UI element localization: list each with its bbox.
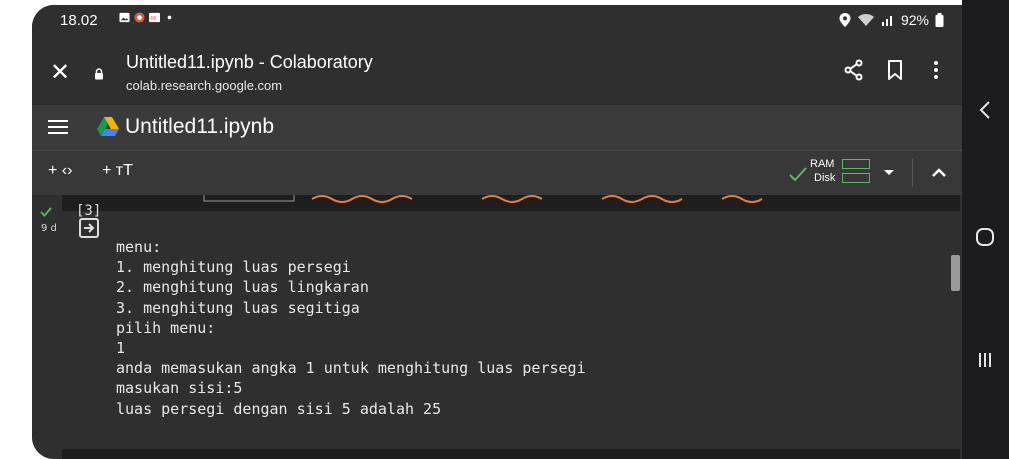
add-code-button[interactable]: + ‹› bbox=[48, 162, 72, 180]
output-line: pilih menu: bbox=[116, 318, 216, 337]
add-text-button[interactable]: + тТ bbox=[102, 162, 133, 180]
wifi-icon bbox=[857, 13, 874, 26]
disk-label: Disk bbox=[814, 172, 836, 184]
disk-usage-bar bbox=[842, 173, 870, 183]
cs-icon: cs bbox=[149, 12, 160, 23]
back-icon[interactable] bbox=[970, 95, 1000, 125]
connected-check-icon bbox=[789, 167, 807, 181]
page-title: Untitled11.ipynb - Colaboratory bbox=[126, 52, 373, 72]
notebook-title[interactable]: Untitled11.ipynb bbox=[125, 115, 274, 139]
dot-icon bbox=[167, 15, 172, 20]
status-time: 18.02 bbox=[60, 12, 98, 29]
location-icon bbox=[839, 13, 851, 27]
colab-toolbar: + ‹› + тТ RAM Disk bbox=[32, 151, 962, 195]
home-icon[interactable] bbox=[970, 222, 1000, 252]
output-exit-icon[interactable] bbox=[78, 217, 100, 239]
google-drive-icon bbox=[97, 117, 119, 136]
share-icon[interactable] bbox=[842, 58, 866, 82]
chevron-down-icon[interactable] bbox=[882, 165, 896, 179]
gallery-icon bbox=[119, 12, 130, 23]
chevron-up-icon[interactable] bbox=[929, 163, 949, 183]
battery-percent: 92% bbox=[900, 12, 929, 28]
menu-icon[interactable] bbox=[48, 120, 68, 134]
output-line: 1 bbox=[116, 339, 126, 358]
recents-icon[interactable] bbox=[970, 345, 1000, 375]
status-bar: 18.02 cs 92% bbox=[32, 5, 962, 36]
output-line: 2. menghitung luas lingkaran bbox=[116, 278, 369, 297]
signal-icon bbox=[881, 16, 892, 26]
output-line: masukan sisi:5 bbox=[116, 379, 243, 398]
page-url: colab.research.google.com bbox=[126, 78, 283, 93]
output-line: luas persegi dengan sisi 5 adalah 25 bbox=[116, 399, 442, 418]
output-scrollbar[interactable] bbox=[951, 255, 960, 291]
browser-url-bar: ✕ Untitled11.ipynb - Colaboratory colab.… bbox=[32, 36, 962, 105]
cell-output: menu: 1. menghitung luas persegi 2. menghi… bbox=[116, 237, 936, 419]
toolbar-divider bbox=[912, 159, 913, 187]
app-icon bbox=[134, 12, 145, 23]
phone-screen: 18.02 cs 92% ✕ Untitled11.ipynb - Colabo… bbox=[32, 5, 962, 459]
bookmark-icon[interactable] bbox=[883, 58, 907, 82]
code-cell-cutoff bbox=[62, 195, 960, 211]
run-success-check-icon bbox=[40, 207, 52, 217]
output-line: menu: bbox=[116, 238, 162, 256]
ram-usage-bar bbox=[842, 159, 870, 169]
notebook-area: 9 d [3] menu: 1. menghitung luas persegi 2… bbox=[32, 195, 962, 459]
code-fragment bbox=[203, 195, 763, 203]
battery-icon bbox=[935, 13, 944, 27]
close-icon[interactable]: ✕ bbox=[50, 58, 70, 87]
cell-runtime: 9 d bbox=[41, 223, 57, 234]
next-cell-edge bbox=[62, 449, 960, 459]
svg-text:cs: cs bbox=[150, 15, 156, 21]
more-icon[interactable] bbox=[924, 58, 948, 82]
output-line: anda memasukan angka 1 untuk menghitung … bbox=[116, 359, 586, 378]
colab-header: Untitled11.ipynb bbox=[32, 105, 962, 151]
output-line: 3. menghitung luas segitiga bbox=[116, 298, 360, 317]
output-line: 1. menghitung luas persegi bbox=[116, 258, 351, 277]
lock-icon bbox=[95, 68, 103, 80]
ram-label: RAM bbox=[810, 158, 835, 170]
